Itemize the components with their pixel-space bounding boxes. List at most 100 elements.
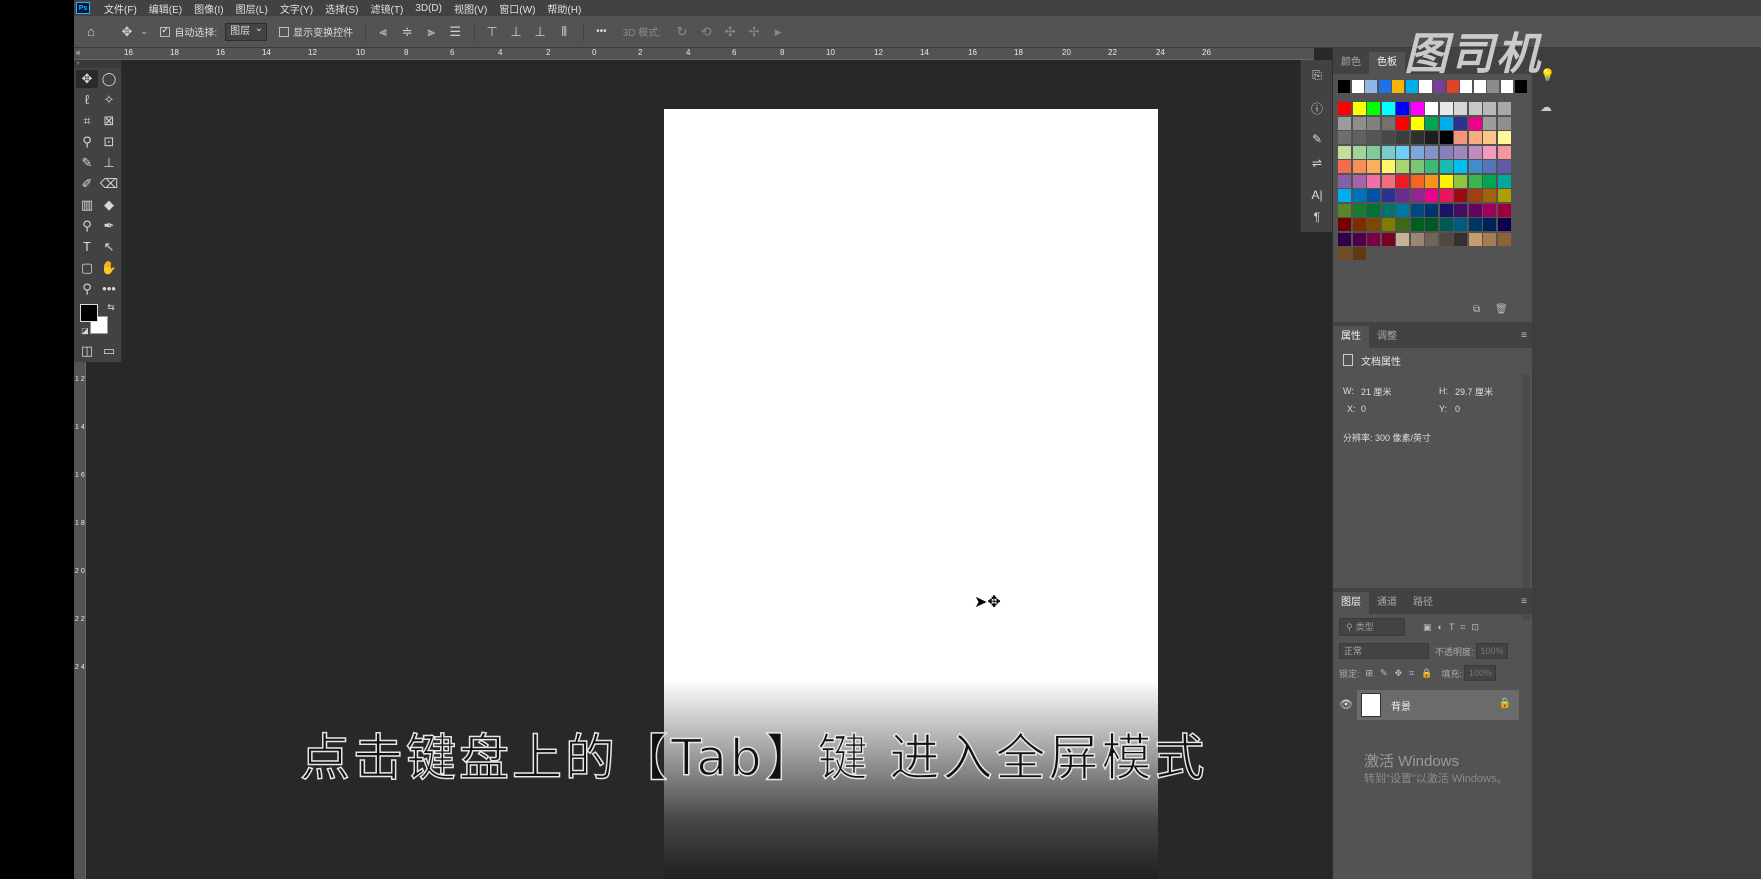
camera-3d-icon[interactable]: ▸ bbox=[771, 24, 785, 40]
color-swatch[interactable] bbox=[1425, 203, 1438, 217]
color-swatch[interactable] bbox=[1468, 160, 1482, 173]
color-swatch[interactable] bbox=[1396, 160, 1409, 173]
color-swatch[interactable] bbox=[1410, 232, 1424, 246]
color-swatch[interactable] bbox=[1468, 203, 1482, 217]
color-swatch[interactable] bbox=[1425, 189, 1438, 202]
ruler-collapse-icon[interactable]: « bbox=[76, 48, 80, 57]
color-swatch[interactable] bbox=[1367, 102, 1380, 115]
edit-toolbar-icon[interactable]: ••• bbox=[98, 280, 120, 298]
color-swatch[interactable] bbox=[1468, 145, 1482, 159]
frame-tool-icon[interactable]: ⊠ bbox=[98, 112, 120, 130]
path-select-icon[interactable]: ↖ bbox=[98, 238, 120, 256]
menu-view[interactable]: 视图(V) bbox=[454, 1, 487, 16]
color-swatch[interactable] bbox=[1425, 218, 1438, 231]
color-swatch[interactable] bbox=[1367, 203, 1380, 217]
color-swatch[interactable] bbox=[1497, 160, 1511, 173]
color-swatch[interactable] bbox=[1425, 160, 1438, 173]
character-panel-icon[interactable]: A| bbox=[1309, 188, 1325, 204]
dodge-tool-icon[interactable]: ⚲ bbox=[76, 217, 98, 235]
distribute-v-icon[interactable]: ⫴ bbox=[557, 24, 571, 40]
color-swatch[interactable] bbox=[1468, 131, 1482, 144]
color-swatch[interactable] bbox=[1381, 160, 1395, 173]
color-swatch[interactable] bbox=[1352, 189, 1366, 202]
color-swatch[interactable] bbox=[1381, 131, 1395, 144]
color-swatch[interactable] bbox=[1410, 131, 1424, 144]
history-brush-icon[interactable]: ✐ bbox=[76, 175, 98, 193]
color-swatch[interactable] bbox=[1468, 232, 1482, 246]
color-swatch[interactable] bbox=[1352, 232, 1366, 246]
blur-tool-icon[interactable]: ◆ bbox=[98, 196, 120, 214]
color-swatch[interactable] bbox=[1439, 189, 1453, 202]
color-swatch[interactable] bbox=[1367, 160, 1380, 173]
color-swatch[interactable] bbox=[1439, 203, 1453, 217]
type-tool-icon[interactable]: T bbox=[76, 238, 98, 256]
color-swatch[interactable] bbox=[1483, 116, 1496, 130]
opacity-field[interactable]: 100% bbox=[1475, 643, 1508, 659]
toolbar-grip[interactable]: » bbox=[74, 60, 121, 68]
tab-properties[interactable]: 属性 bbox=[1333, 326, 1369, 348]
color-swatch[interactable] bbox=[1439, 174, 1453, 188]
color-swatch[interactable] bbox=[1338, 102, 1351, 115]
color-swatch[interactable] bbox=[1497, 145, 1511, 159]
color-swatch[interactable] bbox=[1454, 131, 1467, 144]
color-swatch[interactable] bbox=[1396, 145, 1409, 159]
menu-type[interactable]: 文字(Y) bbox=[280, 1, 313, 16]
color-swatch[interactable] bbox=[1352, 102, 1366, 115]
menu-window[interactable]: 窗口(W) bbox=[499, 1, 535, 16]
color-swatch[interactable] bbox=[1425, 232, 1438, 246]
zoom-tool-icon[interactable]: ⚲ bbox=[76, 280, 98, 298]
home-icon[interactable]: ⌂ bbox=[84, 24, 98, 39]
color-swatch[interactable] bbox=[1497, 174, 1511, 188]
color-swatch[interactable] bbox=[1497, 203, 1511, 217]
tab-paths[interactable]: 路径 bbox=[1405, 592, 1441, 614]
more-options-button[interactable]: ••• bbox=[596, 26, 607, 37]
color-swatch[interactable] bbox=[1396, 174, 1409, 188]
color-swatch[interactable] bbox=[1381, 189, 1395, 202]
color-swatch[interactable] bbox=[1381, 116, 1395, 130]
color-swatch[interactable] bbox=[1454, 160, 1467, 173]
color-swatch[interactable] bbox=[1439, 116, 1453, 130]
slide-3d-icon[interactable]: ✢ bbox=[747, 24, 761, 40]
menu-help[interactable]: 帮助(H) bbox=[547, 1, 581, 16]
color-swatch[interactable] bbox=[1497, 131, 1511, 144]
tab-swatches[interactable]: 色板 bbox=[1369, 52, 1405, 74]
color-swatch[interactable] bbox=[1410, 218, 1424, 231]
menu-edit[interactable]: 编辑(E) bbox=[149, 1, 182, 16]
color-swatch[interactable] bbox=[1454, 232, 1467, 246]
paragraph-panel-icon[interactable]: ¶ bbox=[1309, 210, 1325, 226]
screen-mode-icon[interactable]: ▭ bbox=[98, 342, 120, 360]
color-swatch[interactable] bbox=[1483, 160, 1496, 173]
move-tool-icon[interactable]: ✥ bbox=[76, 70, 98, 88]
align-right-icon[interactable]: ⫸ bbox=[424, 24, 438, 40]
pen-tool-icon[interactable]: ✒ bbox=[98, 217, 120, 235]
color-swatch[interactable] bbox=[1410, 189, 1424, 202]
learn-panel-icon[interactable]: 💡 bbox=[1540, 68, 1555, 82]
panel-menu-icon[interactable]: ≡ bbox=[1521, 330, 1527, 341]
align-center-h-icon[interactable]: ≑ bbox=[400, 24, 414, 40]
color-swatch[interactable] bbox=[1410, 102, 1424, 115]
eye-icon[interactable]: 👁 bbox=[1339, 698, 1353, 711]
tab-layers[interactable]: 图层 bbox=[1333, 592, 1369, 614]
align-top-icon[interactable]: ⊤ bbox=[485, 24, 499, 40]
color-swatch[interactable] bbox=[1338, 174, 1351, 188]
color-swatch[interactable] bbox=[1381, 102, 1395, 115]
color-swatch[interactable] bbox=[1483, 232, 1496, 246]
color-swatch[interactable] bbox=[1365, 80, 1378, 93]
blend-mode-select[interactable]: 正常 bbox=[1339, 643, 1429, 659]
color-swatch[interactable] bbox=[1367, 174, 1380, 188]
color-swatch[interactable] bbox=[1454, 189, 1467, 202]
distribute-h-icon[interactable]: ☰ bbox=[448, 24, 462, 40]
ellipse-marquee-icon[interactable]: ◯ bbox=[98, 70, 120, 88]
color-swatch[interactable] bbox=[1396, 189, 1409, 202]
color-swatch[interactable] bbox=[1352, 145, 1366, 159]
color-swatch[interactable] bbox=[1497, 116, 1511, 130]
trash-icon[interactable]: 🗑 bbox=[1495, 304, 1508, 315]
color-swatch[interactable] bbox=[1396, 131, 1409, 144]
color-swatch[interactable] bbox=[1367, 116, 1380, 130]
adjustments-icon[interactable]: ⇌ bbox=[1309, 156, 1325, 172]
color-swatch[interactable] bbox=[1425, 174, 1438, 188]
magic-wand-icon[interactable]: ✧ bbox=[98, 91, 120, 109]
color-swatch[interactable] bbox=[1367, 232, 1380, 246]
color-swatch[interactable] bbox=[1497, 218, 1511, 231]
rectangle-tool-icon[interactable]: ▢ bbox=[76, 259, 98, 277]
